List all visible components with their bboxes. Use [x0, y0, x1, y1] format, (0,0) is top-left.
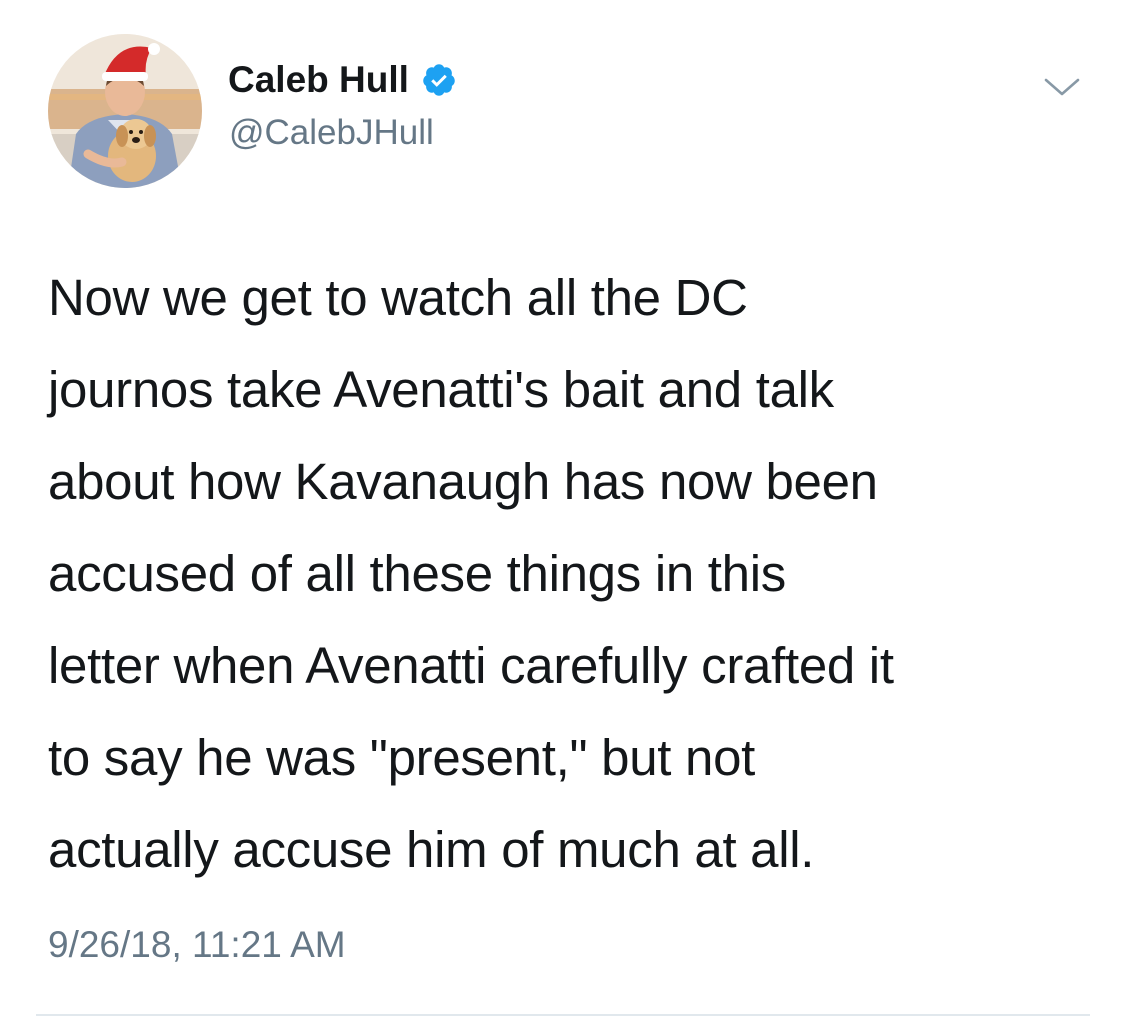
tweet-text-line: accused of all these things in this — [48, 545, 786, 602]
tweet-text-line: about how Kavanaugh has now been — [48, 453, 878, 510]
display-name[interactable]: Caleb Hull — [228, 59, 409, 101]
tweet-text-line: Now we get to watch all the DC — [48, 269, 748, 326]
tweet-card: Caleb Hull @CalebJHull Now we get to wat… — [0, 0, 1124, 1017]
handle[interactable]: @CalebJHull — [229, 113, 434, 153]
tweet-text-line: to say he was "present," but not — [48, 729, 756, 786]
divider — [36, 1014, 1090, 1016]
verified-badge-icon — [421, 62, 457, 98]
author-name-row: Caleb Hull — [228, 58, 457, 102]
avatar[interactable] — [48, 34, 202, 188]
tweet-text-line: journos take Avenatti's bait and talk — [48, 361, 834, 418]
tweet-text: Now we get to watch all the DC journos t… — [48, 252, 1088, 896]
tweet-text-line: letter when Avenatti carefully crafted i… — [48, 637, 894, 694]
chevron-down-icon[interactable] — [1042, 74, 1082, 100]
tweet-text-line: actually accuse him of much at all. — [48, 821, 815, 878]
avatar-icon — [48, 34, 202, 188]
timestamp[interactable]: 9/26/18, 11:21 AM — [48, 924, 346, 966]
